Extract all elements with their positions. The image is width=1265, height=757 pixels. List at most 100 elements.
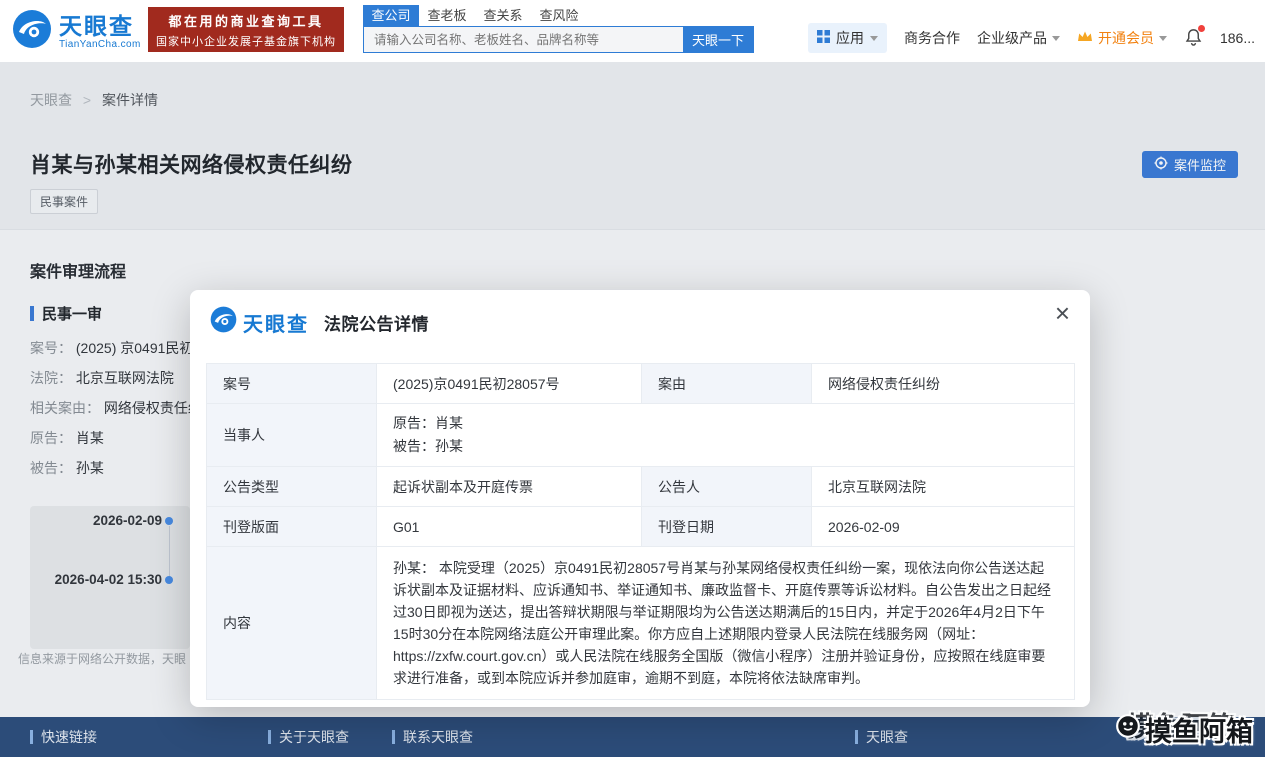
bell-icon <box>1184 34 1203 50</box>
footer-column-label: 天眼查 <box>866 727 908 747</box>
case-monitor-label: 案件监控 <box>1174 155 1226 174</box>
top-header: 天眼查 TianYanCha.com 都在用的商业查询工具 国家中小企业发展子基… <box>0 0 1265 62</box>
account-phone-label: 186... <box>1220 30 1255 46</box>
site-logo[interactable]: 天眼查 TianYanCha.com <box>12 9 141 54</box>
data-source-note: 信息来源于网络公开数据，天眼 <box>18 650 186 667</box>
tab-search-company[interactable]: 查公司 <box>363 5 419 26</box>
footer-accent-bar <box>30 730 33 744</box>
monitor-target-icon <box>1154 156 1168 173</box>
modal-logo: 天眼查 <box>210 306 309 338</box>
footer-column-label: 联系天眼查 <box>403 727 473 747</box>
footer-tianyancha[interactable]: 天眼查 <box>855 717 908 757</box>
field-value: 孙某 <box>76 460 104 476</box>
crown-icon <box>1077 30 1093 46</box>
table-row: 案号 (2025)京0491民初28057号 案由 网络侵权责任纠纷 <box>207 364 1075 404</box>
case-monitor-button[interactable]: 案件监控 <box>1142 151 1238 178</box>
tab-search-relations[interactable]: 查关系 <box>475 5 531 26</box>
publish-date-label: 刊登日期 <box>642 507 812 547</box>
tianyancha-logo-icon <box>210 306 237 338</box>
footer-column-label: 关于天眼查 <box>279 727 349 747</box>
breadcrumb-current: 案件详情 <box>102 92 158 108</box>
apps-menu-label: 应用 <box>836 28 864 48</box>
tab-search-risk[interactable]: 查风险 <box>531 5 587 26</box>
footer-contact[interactable]: 联系天眼查 <box>392 717 473 757</box>
close-icon[interactable]: × <box>1055 300 1070 326</box>
footer-accent-bar <box>392 730 395 744</box>
section-title: 案件审理流程 <box>30 258 126 282</box>
court-notice-table: 案号 (2025)京0491民初28057号 案由 网络侵权责任纠纷 当事人 原… <box>206 363 1075 700</box>
trial-stage: 民事一审 <box>30 303 102 324</box>
page-title: 肖某与孙某相关网络侵权责任纠纷 <box>30 149 353 179</box>
field-label: 法院： <box>30 370 72 386</box>
cause-value: 网络侵权责任纠纷 <box>812 364 1075 404</box>
search-input[interactable] <box>364 27 683 52</box>
chevron-down-icon <box>1052 36 1060 41</box>
menu-open-vip[interactable]: 开通会员 <box>1077 28 1167 48</box>
notification-dot <box>1198 25 1205 32</box>
case-type-tag: 民事案件 <box>30 189 98 214</box>
defendant-line: 被告：孙某 <box>393 435 1058 458</box>
footer-about[interactable]: 关于天眼查 <box>268 717 349 757</box>
menu-business-label: 商务合作 <box>904 28 960 48</box>
table-row: 当事人 原告：肖某 被告：孙某 <box>207 404 1075 467</box>
footer-column-label: 快速链接 <box>41 727 97 747</box>
promo-line1: 都在用的商业查询工具 <box>148 11 344 30</box>
field-value: 北京互联网法院 <box>76 370 174 386</box>
timeline-date: 2026-02-09 <box>30 513 162 528</box>
apps-menu[interactable]: 应用 <box>808 23 887 53</box>
search-button[interactable]: 天眼一下 <box>683 27 753 52</box>
content-value: 孙某： 本院受理（2025）京0491民初28057号肖某与孙某网络侵权责任纠纷… <box>377 547 1075 700</box>
court-notice-modal: 天眼查 法院公告详情 × 案号 (2025)京0491民初28057号 案由 网… <box>190 290 1090 707</box>
breadcrumb-separator: > <box>83 92 91 108</box>
chevron-down-icon <box>1159 36 1167 41</box>
table-row: 公告类型 起诉状副本及开庭传票 公告人 北京互联网法院 <box>207 467 1075 507</box>
notice-type-label: 公告类型 <box>207 467 377 507</box>
search-bar: 天眼一下 <box>363 26 754 53</box>
tab-search-boss[interactable]: 查老板 <box>419 5 475 26</box>
case-no-value: (2025)京0491民初28057号 <box>377 364 642 404</box>
modal-title: 法院公告详情 <box>324 310 429 335</box>
watermark-logo-icon <box>1115 713 1141 746</box>
field-label: 原告： <box>30 430 72 446</box>
timeline-dot <box>165 517 173 525</box>
party-value: 原告：肖某 被告：孙某 <box>377 404 1075 467</box>
timeline-date: 2026-04-02 15:30 <box>30 572 162 587</box>
case-timeline: 2026-02-09 2026-04-02 15:30 <box>30 506 190 649</box>
field-value: 肖某 <box>76 430 104 446</box>
promo-badge: 都在用的商业查询工具 国家中小企业发展子基金旗下机构 <box>148 7 344 52</box>
case-no-label: 案号 <box>207 364 377 404</box>
table-row: 内容 孙某： 本院受理（2025）京0491民初28057号肖某与孙某网络侵权责… <box>207 547 1075 700</box>
search-tabs: 查公司 查老板 查关系 查风险 <box>363 5 754 26</box>
field-label: 案号： <box>30 340 72 356</box>
promo-line2: 国家中小企业发展子基金旗下机构 <box>148 33 344 49</box>
menu-enterprise-label: 企业级产品 <box>977 28 1047 48</box>
notice-type-value: 起诉状副本及开庭传票 <box>377 467 642 507</box>
chevron-down-icon <box>870 36 878 41</box>
party-label: 当事人 <box>207 404 377 467</box>
menu-business-cooperation[interactable]: 商务合作 <box>904 28 960 48</box>
footer-accent-bar <box>855 730 858 744</box>
watermark: 摸鱼阿箱 <box>1115 710 1253 749</box>
notification-bell[interactable] <box>1184 27 1203 50</box>
tianyancha-logo-icon <box>12 9 52 54</box>
timeline-dot <box>165 576 173 584</box>
plaintiff-line: 原告：肖某 <box>393 412 1058 435</box>
search-area: 查公司 查老板 查关系 查风险 天眼一下 <box>363 5 754 53</box>
page-value: G01 <box>377 507 642 547</box>
breadcrumb-home[interactable]: 天眼查 <box>30 92 72 108</box>
breadcrumb: 天眼查 > 案件详情 <box>30 90 158 110</box>
page-label: 刊登版面 <box>207 507 377 547</box>
menu-enterprise-products[interactable]: 企业级产品 <box>977 28 1060 48</box>
logo-title: 天眼查 <box>59 13 141 39</box>
announcer-value: 北京互联网法院 <box>812 467 1075 507</box>
modal-header: 天眼查 法院公告详情 × <box>190 290 1090 346</box>
footer-quick-links[interactable]: 快速链接 <box>30 717 97 757</box>
watermark-text: 摸鱼阿箱 <box>1145 710 1253 749</box>
content-label: 内容 <box>207 547 377 700</box>
vip-label: 开通会员 <box>1098 28 1154 48</box>
account-phone[interactable]: 186... <box>1220 30 1255 46</box>
logo-subtitle: TianYanCha.com <box>59 39 141 50</box>
header-menu: 应用 商务合作 企业级产品 开通会员 <box>808 24 1255 52</box>
cause-label: 案由 <box>642 364 812 404</box>
publish-date-value: 2026-02-09 <box>812 507 1075 547</box>
